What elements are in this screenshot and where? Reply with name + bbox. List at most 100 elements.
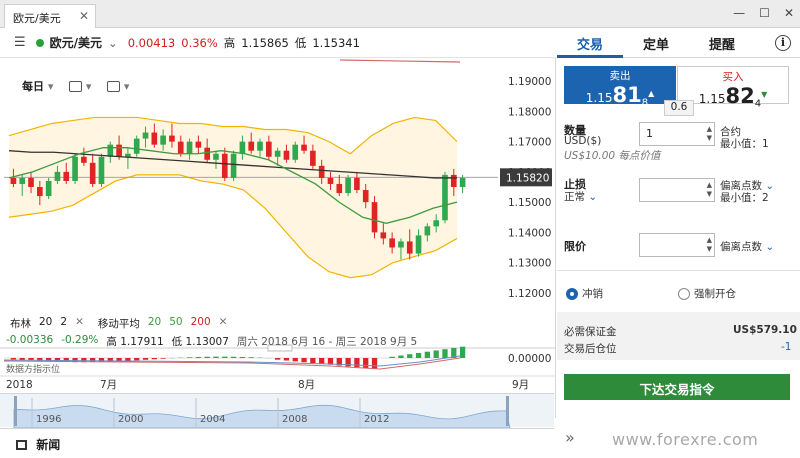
candle-body [125, 153, 131, 157]
range-low: 低 1.13007 [171, 336, 229, 348]
info-icon[interactable]: i [775, 34, 791, 51]
tab-alerts[interactable]: 提醒 [689, 32, 755, 53]
navigator[interactable]: 1996 2000 2004 2008 2012 [0, 393, 554, 429]
bollinger-fill [9, 117, 457, 278]
close-window-icon[interactable]: ✕ [784, 6, 794, 20]
stop-stepper-icon[interactable]: ▲ ▼ [707, 181, 712, 199]
buy-price-prefix: 1.15 [698, 92, 726, 106]
indicator-bar [195, 356, 202, 358]
buy-label: 买入 [722, 71, 744, 83]
candle-body [380, 232, 387, 239]
instrument-name[interactable]: 欧元/美元 [50, 34, 102, 51]
indicator-bar [442, 349, 448, 358]
stop-type-select[interactable]: 正常 ⌄ [564, 189, 597, 204]
quantity-unit: USD($) [564, 135, 602, 147]
range-high: 高 1.17911 [106, 336, 164, 348]
caret-down-icon: ▾ [47, 80, 54, 93]
ma-label[interactable]: 移动平均 [98, 316, 140, 331]
radio-hedge[interactable]: 强制开仓 [678, 286, 736, 301]
sell-price: 1.15818▲ [564, 83, 676, 108]
limit-deviation-select[interactable]: 偏离点数 ⌄ [720, 239, 774, 254]
tab-orders[interactable]: 定单 [623, 32, 689, 53]
candle-body [19, 177, 26, 184]
indicator-bar [371, 358, 378, 369]
margin-label: 必需保证金 [564, 326, 617, 338]
buy-price: 1.15824▼ [678, 84, 788, 109]
navigator-handle-left [14, 396, 17, 426]
chart-type-selector[interactable]: ▾ [69, 80, 91, 93]
news-bar[interactable]: 新闻 [0, 428, 554, 458]
expand-icon[interactable]: » [565, 428, 575, 447]
candle-body [327, 177, 334, 184]
margin-value: US$579.10 [733, 324, 797, 336]
minimize-icon[interactable]: — [733, 6, 745, 20]
indicator-bar [292, 358, 298, 362]
candle-body [169, 135, 175, 142]
candle-body [371, 202, 378, 233]
stop-loss-input[interactable]: ▲ ▼ [639, 178, 715, 202]
news-icon [16, 440, 27, 450]
tab-close-icon[interactable]: ✕ [79, 9, 89, 23]
date-range: 周六 2018 6月 16 - 周三 2018 9月 5 [236, 336, 418, 348]
navigator-year-label: 2004 [200, 414, 225, 425]
candle-body [398, 241, 404, 248]
quantity-input[interactable]: 1 ▲ ▼ [639, 122, 715, 146]
sell-button[interactable]: 卖出 1.15818▲ [564, 66, 676, 108]
indicator-bar [283, 358, 290, 361]
candle-body [177, 141, 184, 154]
watermark: www.forexre.com [612, 430, 759, 449]
remove-ma-icon[interactable]: ✕ [219, 316, 228, 331]
indicator-icon [107, 81, 121, 92]
period-label: 每日 [22, 80, 44, 93]
candle-body [424, 226, 431, 236]
remove-bollinger-icon[interactable]: ✕ [75, 316, 84, 331]
menu-icon[interactable]: ☰ [14, 35, 26, 50]
candle-body [415, 235, 422, 254]
tab-title: 欧元/美元 [13, 12, 61, 25]
candle-body [248, 141, 255, 151]
indicator-bar [354, 358, 360, 368]
tab-trade[interactable]: 交易 [557, 28, 623, 58]
candle-body [230, 153, 237, 178]
indicator-bar [363, 358, 369, 369]
candle-body [72, 156, 78, 181]
bollinger-period: 20 [39, 316, 53, 328]
candle-body [389, 238, 395, 248]
candle-body [204, 147, 210, 160]
range-change: -0.00336 [6, 334, 54, 346]
position-after-value: -1 [781, 341, 792, 353]
place-order-button[interactable]: 下达交易指令 [564, 374, 790, 400]
limit-input[interactable]: ▲ ▼ [639, 233, 715, 257]
indicator-axis-label: 0.00000 [508, 353, 551, 365]
candle-body [81, 156, 87, 163]
candle-body [310, 150, 316, 166]
bollinger-label[interactable]: 布林 [10, 316, 31, 331]
limit-stepper-icon[interactable]: ▲ ▼ [707, 236, 712, 254]
candle-body [406, 241, 413, 254]
chart-area[interactable]: 1.190001.180001.170001.160001.150001.140… [0, 58, 556, 418]
instrument-header: ☰ 欧元/美元 ⌄ 0.00413 0.36% 高 1.15865 低 1.15… [0, 28, 556, 58]
price-axis-label: 1.13000 [508, 258, 551, 270]
price-axis-label: 1.12000 [508, 288, 551, 300]
candle-body [257, 141, 263, 151]
indicator-selector[interactable]: ▾ [107, 80, 129, 93]
indicator-bar [398, 355, 404, 358]
chevron-down-icon[interactable]: ⌄ [108, 36, 118, 50]
ma-20: 20 [147, 316, 162, 328]
quantity-stepper-icon[interactable]: ▲ ▼ [707, 125, 712, 143]
navigator-year-label: 1996 [36, 414, 61, 425]
candle-body [345, 177, 351, 194]
period-selector[interactable]: 每日 ▾ [22, 78, 53, 94]
time-axis-label: 2018 [6, 379, 33, 391]
indicator-bar [310, 358, 316, 364]
divider [557, 270, 800, 271]
maximize-icon[interactable]: ☐ [759, 6, 770, 20]
radio-close-position[interactable]: 冲销 [566, 286, 603, 301]
buy-button[interactable]: 买入 1.15824▼ [677, 66, 789, 109]
tab-eurusd[interactable]: 欧元/美元 ✕ [4, 4, 96, 28]
navigator-chart[interactable]: 1996 2000 2004 2008 2012 [0, 394, 554, 429]
candle-body [195, 141, 202, 148]
sell-price-prefix: 1.15 [585, 91, 613, 105]
price-chart[interactable]: 1.190001.180001.170001.160001.150001.140… [0, 58, 556, 418]
candle-body [160, 135, 166, 145]
